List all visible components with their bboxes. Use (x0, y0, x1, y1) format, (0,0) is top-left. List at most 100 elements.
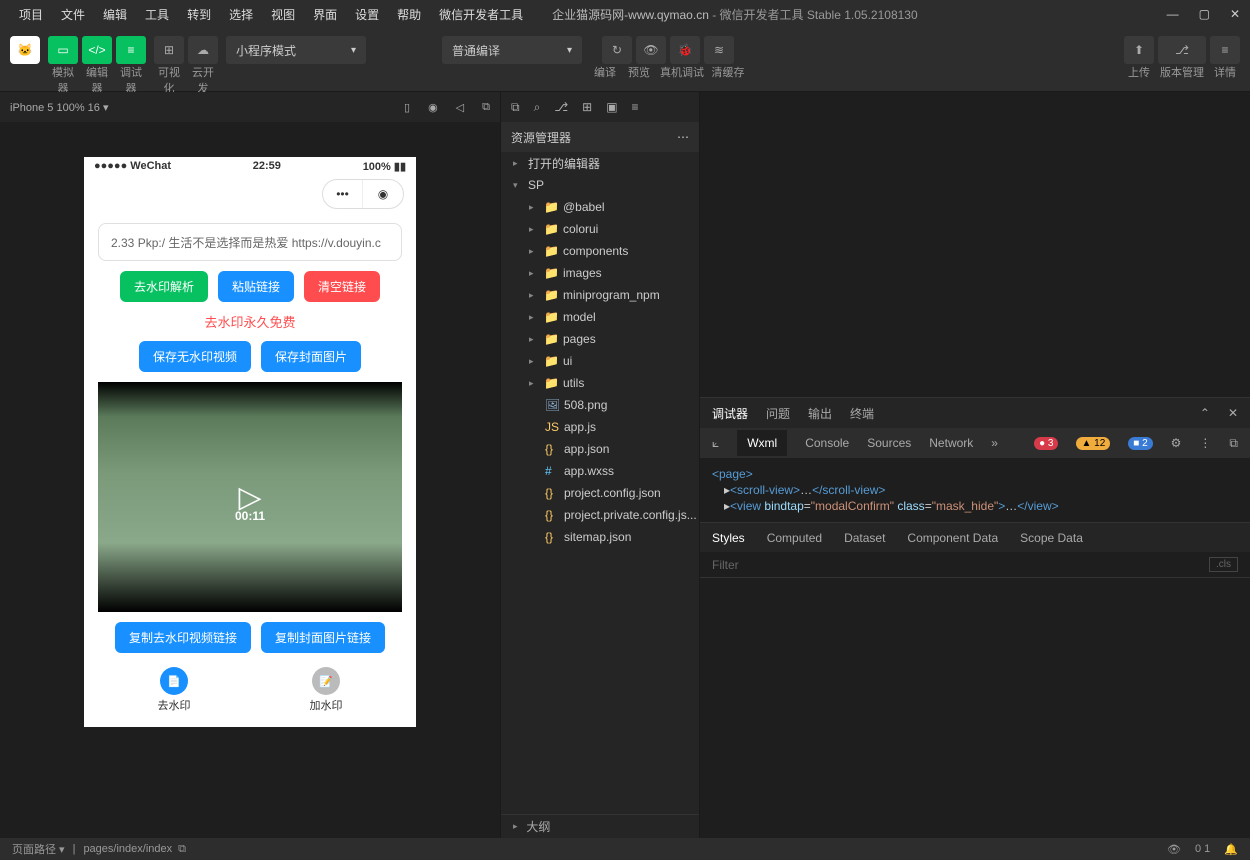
menu-edit[interactable]: 编辑 (94, 6, 136, 23)
menu-ui[interactable]: 界面 (304, 6, 346, 23)
folder-model[interactable]: ▸📁model (501, 306, 699, 328)
filter-input[interactable]: Filter (712, 558, 739, 572)
terminal-icon[interactable]: ≡ (632, 100, 639, 114)
cls-button[interactable]: .cls (1209, 557, 1238, 572)
tab-debugger[interactable]: 调试器 (712, 405, 748, 422)
page-path[interactable]: pages/index/index (83, 843, 172, 855)
folder-colorui[interactable]: ▸📁colorui (501, 218, 699, 240)
menu-view[interactable]: 视图 (262, 6, 304, 23)
root-folder[interactable]: ▾SP (501, 174, 699, 196)
copy-video-link-button[interactable]: 复制去水印视频链接 (115, 622, 251, 653)
devtool-wxml[interactable]: Wxml (737, 430, 787, 456)
url-input[interactable]: 2.33 Pkp:/ 生活不是选择而是热爱 https://v.douyin.c (98, 223, 402, 261)
chevron-up-icon[interactable]: ⌃ (1200, 406, 1210, 420)
run-icon[interactable]: ▣ (606, 100, 617, 114)
clear-cache-button[interactable]: ≋ (704, 36, 734, 64)
more-tools-icon[interactable]: » (991, 436, 998, 450)
save-cover-button[interactable]: 保存封面图片 (261, 341, 361, 372)
devtool-network[interactable]: Network (929, 436, 973, 450)
info-badge[interactable]: ■ 2 (1128, 437, 1152, 450)
tab-scope-data[interactable]: Scope Data (1020, 531, 1083, 545)
git-icon[interactable]: ⎇ (554, 100, 568, 114)
tab-terminal[interactable]: 终端 (850, 405, 874, 422)
tab-problems[interactable]: 问题 (766, 405, 790, 422)
menu-project[interactable]: 项目 (10, 6, 52, 23)
devtool-sources[interactable]: Sources (867, 436, 911, 450)
close-panel-icon[interactable]: ✕ (1228, 406, 1238, 420)
tab-output[interactable]: 输出 (808, 405, 832, 422)
simulator-button[interactable]: ▭ (48, 36, 78, 64)
tab-add-watermark[interactable]: 📝加水印 (310, 667, 343, 713)
extensions-icon[interactable]: ⊞ (582, 100, 592, 114)
maximize-icon[interactable]: ▢ (1199, 7, 1210, 21)
device-selector[interactable]: iPhone 5 100% 16 ▾ (10, 101, 109, 114)
mute-icon[interactable]: ◁ (456, 101, 464, 114)
menu-wechat-devtools[interactable]: 微信开发者工具 (430, 6, 532, 23)
page-path-label[interactable]: 页面路径 ▾ (12, 841, 65, 857)
folder-ui[interactable]: ▸📁ui (501, 350, 699, 372)
search-icon[interactable]: ⌕ (534, 100, 541, 115)
device-icon[interactable]: ▯ (404, 101, 410, 114)
copy-path-icon[interactable]: ⧉ (178, 843, 186, 856)
menu-settings[interactable]: 设置 (346, 6, 388, 23)
outline-section[interactable]: ▸ 大纲 (501, 814, 699, 838)
capsule-more-icon[interactable]: ••• (323, 180, 363, 208)
tab-styles[interactable]: Styles (712, 531, 745, 545)
menu-goto[interactable]: 转到 (178, 6, 220, 23)
more-icon[interactable]: ⋯ (677, 130, 689, 144)
version-button[interactable]: ⎇ (1158, 36, 1206, 64)
files-icon[interactable]: ⧉ (511, 100, 520, 115)
save-video-button[interactable]: 保存无水印视频 (139, 341, 251, 372)
menu-help[interactable]: 帮助 (388, 6, 430, 23)
popout-icon[interactable]: ⧉ (482, 101, 490, 114)
file-app-js[interactable]: JSapp.js (501, 416, 699, 438)
paste-button[interactable]: 粘贴链接 (218, 271, 294, 302)
copy-cover-link-button[interactable]: 复制封面图片链接 (261, 622, 385, 653)
folder-pages[interactable]: ▸📁pages (501, 328, 699, 350)
menu-file[interactable]: 文件 (52, 6, 94, 23)
compile-dropdown[interactable]: 普通编译▾ (442, 36, 582, 64)
error-badge[interactable]: ● 3 (1034, 437, 1058, 450)
tab-computed[interactable]: Computed (767, 531, 822, 545)
folder-images[interactable]: ▸📁images (501, 262, 699, 284)
devtool-console[interactable]: Console (805, 436, 849, 450)
minimize-icon[interactable]: — (1167, 7, 1179, 21)
popout-debug-icon[interactable]: ⧉ (1229, 436, 1238, 451)
record-icon[interactable]: ◉ (428, 101, 438, 114)
phone-simulator[interactable]: ●●●●● WeChat 22:59 100% ▮▮ ••• ◉ 2.33 Pk… (84, 157, 416, 727)
detail-button[interactable]: ≡ (1210, 36, 1240, 64)
file-app-wxss[interactable]: #app.wxss (501, 460, 699, 482)
menu-select[interactable]: 选择 (220, 6, 262, 23)
open-editors-section[interactable]: ▸打开的编辑器 (501, 152, 699, 174)
inspect-icon[interactable]: ⟀ (712, 436, 719, 451)
wxml-tree[interactable]: <page> ▸<scroll-view>…</scroll-view> ▸<v… (700, 458, 1250, 522)
eye-icon[interactable]: 👁 (1167, 843, 1181, 856)
file-app-json[interactable]: {}app.json (501, 438, 699, 460)
remote-debug-button[interactable]: 🐞 (670, 36, 700, 64)
preview-button[interactable]: 👁 (636, 36, 666, 64)
file-project-config[interactable]: {}project.config.json (501, 482, 699, 504)
folder-miniprogram-npm[interactable]: ▸📁miniprogram_npm (501, 284, 699, 306)
close-icon[interactable]: ✕ (1230, 7, 1240, 21)
folder-components[interactable]: ▸📁components (501, 240, 699, 262)
bell-icon[interactable]: 🔔 (1224, 843, 1238, 856)
cloud-button[interactable]: ☁ (188, 36, 218, 64)
file-508-png[interactable]: 🖼508.png (501, 394, 699, 416)
menu-tools[interactable]: 工具 (136, 6, 178, 23)
clear-button[interactable]: 清空链接 (304, 271, 380, 302)
upload-button[interactable]: ⬆ (1124, 36, 1154, 64)
capsule-close-icon[interactable]: ◉ (363, 180, 403, 208)
mode-dropdown[interactable]: 小程序模式▾ (226, 36, 366, 64)
tab-component-data[interactable]: Component Data (907, 531, 998, 545)
visualizer-button[interactable]: ⊞ (154, 36, 184, 64)
dock-icon[interactable]: ⋮ (1199, 436, 1211, 450)
gear-icon[interactable]: ⚙ (1171, 436, 1182, 450)
compile-button[interactable]: ↻ (602, 36, 632, 64)
file-sitemap[interactable]: {}sitemap.json (501, 526, 699, 548)
file-project-private[interactable]: {}project.private.config.js... (501, 504, 699, 526)
tab-remove-watermark[interactable]: 📄去水印 (158, 667, 191, 713)
editor-button[interactable]: </> (82, 36, 112, 64)
parse-button[interactable]: 去水印解析 (120, 271, 208, 302)
folder-babel[interactable]: ▸📁@babel (501, 196, 699, 218)
debugger-button[interactable]: ≡ (116, 36, 146, 64)
